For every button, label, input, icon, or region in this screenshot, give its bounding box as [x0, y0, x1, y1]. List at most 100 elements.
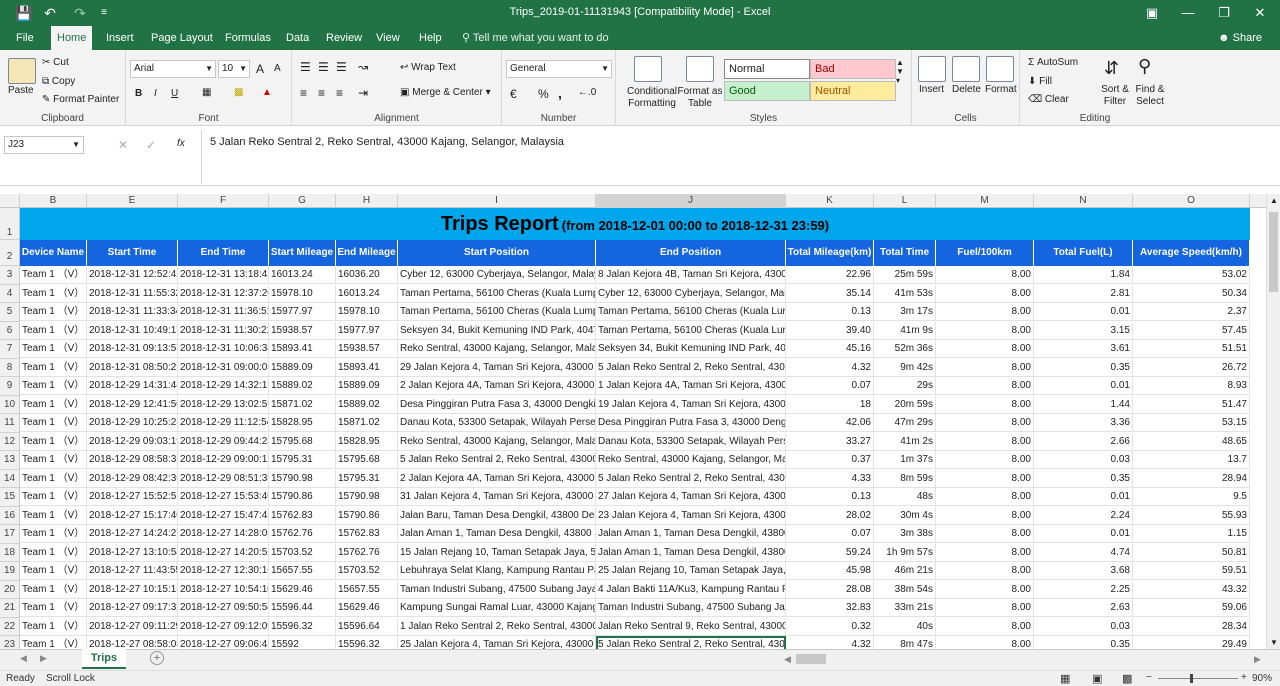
table-cell[interactable]: 26.72 [1133, 358, 1250, 377]
table-cell[interactable]: 0.13 [786, 303, 874, 321]
delete-cells-button[interactable]: Delete [952, 84, 981, 95]
table-cell[interactable]: 8.00 [936, 580, 1034, 599]
table-cell[interactable]: 5 Jalan Reko Sentral 2, Reko Sentral, 43… [398, 451, 596, 469]
table-cell[interactable]: 2018-12-29 12:41:50 [87, 395, 178, 414]
table-cell[interactable]: Team 1 （V） [20, 340, 87, 358]
table-cell[interactable]: 8.00 [936, 284, 1034, 303]
table-cell[interactable]: 13.7 [1133, 451, 1250, 469]
row-header[interactable]: 10 [0, 395, 20, 414]
table-cell[interactable]: 15790.86 [269, 488, 336, 506]
table-cell[interactable]: Taman Pertama, 56100 Cheras (Kuala Lumpu… [398, 284, 596, 303]
format-cells-icon[interactable] [986, 56, 1014, 82]
table-cell[interactable]: 2018-12-27 14:24:27 [87, 525, 178, 543]
table-cell[interactable]: Team 1 （V） [20, 451, 87, 469]
table-cell[interactable]: 2018-12-27 09:06:45 [178, 636, 269, 649]
table-cell[interactable]: 2018-12-29 09:00:12 [178, 451, 269, 469]
table-cell[interactable]: 16013.24 [336, 284, 398, 303]
table-header-cell[interactable]: Total Time [874, 240, 936, 266]
vertical-scrollbar[interactable]: ▲ ▼ [1266, 194, 1280, 649]
font-name-combo[interactable]: Arial ▼ [130, 60, 216, 78]
table-cell[interactable]: 28.34 [1133, 617, 1250, 636]
table-cell[interactable]: Team 1 （V） [20, 432, 87, 451]
close-icon[interactable]: ✕ [1242, 2, 1278, 24]
row-header[interactable]: 20 [0, 580, 20, 599]
table-cell[interactable]: 8.00 [936, 321, 1034, 340]
hscroll-right-icon[interactable]: ▶ [1254, 654, 1261, 665]
table-cell[interactable]: 22.96 [786, 266, 874, 284]
table-cell[interactable]: 3.36 [1034, 414, 1133, 432]
table-cell[interactable]: 2.25 [1034, 580, 1133, 599]
increase-decimal-icon[interactable]: ←.0 [578, 87, 596, 98]
table-cell[interactable]: 39.40 [786, 321, 874, 340]
table-cell[interactable]: 23 Jalan Kejora 4, Taman Sri Kejora, 430… [596, 506, 786, 525]
table-cell[interactable]: 2018-12-27 08:58:08 [87, 636, 178, 649]
table-cell[interactable]: 0.01 [1034, 488, 1133, 506]
table-header-cell[interactable]: End Mileage [336, 240, 398, 266]
table-cell[interactable]: 15795.31 [336, 469, 398, 488]
table-cell[interactable]: 8m 59s [874, 469, 936, 488]
table-cell[interactable]: Team 1 （V） [20, 303, 87, 321]
font-size-combo[interactable]: 10 ▼ [218, 60, 250, 78]
table-cell[interactable]: 29.49 [1133, 636, 1250, 649]
table-cell[interactable]: 1.44 [1034, 395, 1133, 414]
minimize-icon[interactable]: — [1170, 2, 1206, 24]
table-cell[interactable]: Danau Kota, 53300 Setapak, Wilayah Perse [596, 432, 786, 451]
tab-scroll-left-icon[interactable]: ◀ [20, 653, 27, 664]
table-cell[interactable]: 4.32 [786, 636, 874, 649]
table-cell[interactable]: 2018-12-27 13:10:54 [87, 543, 178, 562]
table-cell[interactable]: 32.83 [786, 599, 874, 617]
confirm-entry-icon[interactable]: ✓ [146, 138, 156, 152]
column-header[interactable]: N [1034, 194, 1133, 208]
table-cell[interactable]: 2018-12-27 11:43:55 [87, 562, 178, 580]
format-painter-button[interactable]: ✎ Format Painter [42, 94, 119, 105]
table-header-cell[interactable]: End Time [178, 240, 269, 266]
table-cell[interactable]: 2.66 [1034, 432, 1133, 451]
table-cell[interactable]: Jalan Aman 1, Taman Desa Dengkil, 43800 [398, 525, 596, 543]
table-cell[interactable]: Team 1 （V） [20, 284, 87, 303]
table-cell[interactable]: 15592 [269, 636, 336, 649]
row-header[interactable]: 2 [0, 240, 20, 266]
table-cell[interactable]: 8.00 [936, 525, 1034, 543]
table-cell[interactable]: 15 Jalan Rejang 10, Taman Setapak Jaya, … [398, 543, 596, 562]
table-cell[interactable]: 15629.46 [336, 599, 398, 617]
table-cell[interactable]: Jalan Aman 1, Taman Desa Dengkil, 43800 [596, 525, 786, 543]
table-cell[interactable]: 0.35 [1034, 636, 1133, 649]
row-header[interactable]: 19 [0, 562, 20, 581]
table-cell[interactable]: 45.16 [786, 340, 874, 358]
table-cell[interactable]: Jalan Reko Sentral 9, Reko Sentral, 4300… [596, 617, 786, 636]
table-cell[interactable]: 2.24 [1034, 506, 1133, 525]
table-cell[interactable]: 2018-12-29 08:42:36 [87, 469, 178, 488]
table-cell[interactable]: Cyber 12, 63000 Cyberjaya, Selangor, Mal… [596, 284, 786, 303]
table-cell[interactable]: 19 Jalan Kejora 4, Taman Sri Kejora, 430… [596, 395, 786, 414]
align-left-icon[interactable]: ≡ [300, 86, 307, 100]
row-header[interactable]: 5 [0, 303, 20, 322]
italic-button[interactable]: I [154, 88, 157, 99]
table-cell[interactable]: 8.00 [936, 395, 1034, 414]
table-header-cell[interactable]: Total Mileage(km) [786, 240, 874, 266]
table-cell[interactable]: 0.32 [786, 617, 874, 636]
table-cell[interactable]: 35.14 [786, 284, 874, 303]
table-cell[interactable]: 41m 2s [874, 432, 936, 451]
column-header[interactable]: B [20, 194, 87, 208]
magnifier-icon[interactable]: ⚲ [1138, 56, 1151, 77]
table-cell[interactable]: 2018-12-31 11:30:21 [178, 321, 269, 340]
table-cell[interactable]: 0.01 [1034, 377, 1133, 395]
table-cell[interactable]: 8.00 [936, 562, 1034, 580]
table-cell[interactable]: 2018-12-27 09:50:54 [178, 599, 269, 617]
format-as-table-icon[interactable] [686, 56, 714, 82]
table-cell[interactable]: 16036.20 [336, 266, 398, 284]
table-cell[interactable]: 0.03 [1034, 451, 1133, 469]
underline-button[interactable]: U [171, 88, 178, 99]
table-cell[interactable]: 20m 59s [874, 395, 936, 414]
table-cell[interactable]: 2 Jalan Kejora 4A, Taman Sri Kejora, 430… [398, 377, 596, 395]
sheet-tab-trips[interactable]: Trips [82, 649, 126, 669]
table-cell[interactable]: 2018-12-31 10:49:17 [87, 321, 178, 340]
table-cell[interactable]: Team 1 （V） [20, 506, 87, 525]
style-good[interactable]: Good [724, 81, 810, 101]
table-header-cell[interactable]: Fuel/100km [936, 240, 1034, 266]
column-header[interactable]: I [398, 194, 596, 208]
paste-icon[interactable] [8, 58, 36, 84]
table-cell[interactable]: 25 Jalan Kejora 4, Taman Sri Kejora, 430… [398, 636, 596, 649]
table-cell[interactable]: Lebuhraya Selat Klang, Kampung Rantau Pa… [398, 562, 596, 580]
table-cell[interactable]: 8.00 [936, 358, 1034, 377]
